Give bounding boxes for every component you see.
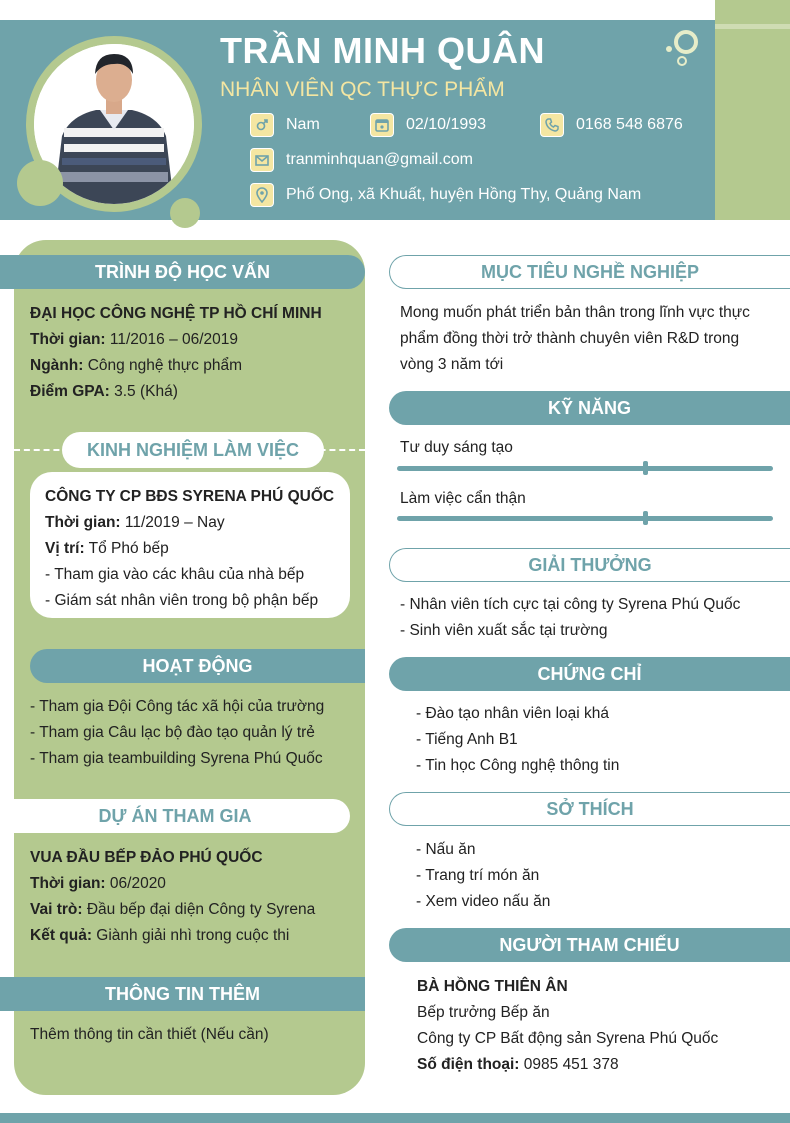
edu-time-value: 11/2016 – 06/2019 bbox=[105, 331, 239, 348]
decor-ring-icon bbox=[674, 30, 698, 54]
list-item: - Sinh viên xuất sắc tại trường bbox=[400, 622, 608, 639]
edu-major-label: Ngành: bbox=[30, 357, 84, 374]
skill-name: Làm việc cẩn thận bbox=[400, 490, 526, 507]
projects-section: VUA ĐẦU BẾP ĐẢO PHÚ QUỐC Thời gian: 06/2… bbox=[30, 845, 315, 949]
address-value: Phố Ong, xã Khuất, huyện Hồng Thy, Quảng… bbox=[286, 186, 642, 203]
skill-level-marker bbox=[643, 461, 649, 475]
objective-heading: MỤC TIÊU NGHỀ NGHIỆP bbox=[389, 255, 790, 289]
gender-value: Nam bbox=[286, 116, 320, 133]
reference-company: Công ty CP Bất động sản Syrena Phú Quốc bbox=[417, 1030, 719, 1047]
additional-text: Thêm thông tin cần thiết (Nếu cần) bbox=[30, 1026, 269, 1043]
experience-section: CÔNG TY CP BĐS SYRENA PHÚ QUỐC Thời gian… bbox=[45, 484, 334, 614]
gender-icon bbox=[250, 113, 274, 137]
edu-time-label: Thời gian: bbox=[30, 331, 106, 348]
address-info: Phố Ong, xã Khuất, huyện Hồng Thy, Quảng… bbox=[250, 182, 641, 208]
calendar-icon bbox=[370, 113, 394, 137]
hobbies-section: - Nấu ăn - Trang trí món ăn - Xem video … bbox=[416, 837, 550, 915]
edu-gpa-label: Điểm GPA: bbox=[30, 383, 110, 400]
skill-bar-track bbox=[397, 466, 773, 471]
reference-section: BÀ HỒNG THIÊN ÂN Bếp trưởng Bếp ăn Công … bbox=[417, 974, 718, 1078]
job-title: NHÂN VIÊN QC THỰC PHẨM bbox=[220, 78, 505, 101]
exp-position-value: Tổ Phó bếp bbox=[84, 540, 169, 557]
list-item: - Tham gia Đội Công tác xã hội của trườn… bbox=[30, 698, 325, 715]
proj-result-label: Kết quả: bbox=[30, 927, 92, 944]
skills-heading: KỸ NĂNG bbox=[389, 391, 790, 425]
header-strip-line bbox=[715, 24, 790, 29]
decor-ring-small-icon bbox=[677, 56, 687, 66]
objective-line: phẩm đồng thời trở thành chuyên viên R&D… bbox=[400, 330, 740, 347]
list-item: - Tham gia Câu lạc bộ đào tạo quản lý tr… bbox=[30, 724, 315, 741]
reference-phone-value[interactable]: 0985 451 378 bbox=[519, 1056, 619, 1073]
objective-line: Mong muốn phát triển bản thân trong lĩnh… bbox=[400, 304, 750, 321]
decor-dot-icon bbox=[666, 46, 672, 52]
list-item: - Xem video nấu ăn bbox=[416, 893, 551, 910]
list-item: - Tham gia vào các khâu của nhà bếp bbox=[45, 566, 305, 583]
activities-heading: HOẠT ĐỘNG bbox=[30, 649, 365, 683]
school-name: ĐẠI HỌC CÔNG NGHỆ TP HỒ CHÍ MINH bbox=[30, 305, 322, 322]
list-item: - Đào tạo nhân viên loại khá bbox=[416, 705, 610, 722]
phone-icon bbox=[540, 113, 564, 137]
list-item: - Tham gia teambuilding Syrena Phú Quốc bbox=[30, 750, 323, 767]
birthday-info: 02/10/1993 bbox=[370, 112, 486, 138]
additional-heading: THÔNG TIN THÊM bbox=[0, 977, 365, 1011]
decor-circle-large bbox=[17, 160, 63, 206]
list-item: - Nấu ăn bbox=[416, 841, 476, 858]
exp-time-label: Thời gian: bbox=[45, 514, 121, 531]
skill-bar-track bbox=[397, 516, 773, 521]
email-info: tranminhquan@gmail.com bbox=[250, 147, 473, 173]
email-value[interactable]: tranminhquan@gmail.com bbox=[286, 151, 473, 169]
list-item: - Trang trí món ăn bbox=[416, 867, 540, 884]
proj-result-value: Giành giải nhì trong cuộc thi bbox=[92, 927, 290, 944]
email-icon bbox=[250, 148, 274, 172]
edu-major-value: Công nghệ thực phẩm bbox=[83, 357, 242, 374]
birthday-value: 02/10/1993 bbox=[406, 116, 487, 133]
list-item: - Giám sát nhân viên trong bộ phận bếp bbox=[45, 592, 319, 609]
activities-section: - Tham gia Đội Công tác xã hội của trườn… bbox=[30, 694, 324, 772]
projects-heading: DỰ ÁN THAM GIA bbox=[0, 799, 350, 833]
experience-heading: KINH NGHIỆM LÀM VIỆC bbox=[62, 432, 324, 468]
phone-info: 0168 548 6876 bbox=[540, 112, 683, 138]
proj-role-label: Vai trò: bbox=[30, 901, 83, 918]
reference-heading: NGƯỜI THAM CHIẾU bbox=[389, 928, 790, 962]
awards-section: - Nhân viên tích cực tại công ty Syrena … bbox=[400, 592, 740, 644]
gender-info: Nam bbox=[250, 112, 320, 138]
reference-name: BÀ HỒNG THIÊN ÂN bbox=[417, 978, 568, 995]
proj-time-value: 06/2020 bbox=[105, 875, 166, 892]
decor-circle-small bbox=[170, 198, 200, 228]
project-name: VUA ĐẦU BẾP ĐẢO PHÚ QUỐC bbox=[30, 849, 263, 866]
reference-phone-label: Số điện thoại: bbox=[417, 1056, 520, 1073]
skill-name: Tư duy sáng tạo bbox=[400, 439, 513, 456]
edu-gpa-value: 3.5 (Khá) bbox=[109, 383, 178, 400]
footer-bar bbox=[0, 1113, 790, 1123]
proj-time-label: Thời gian: bbox=[30, 875, 106, 892]
hobbies-heading: SỞ THÍCH bbox=[389, 792, 790, 826]
objective-section: Mong muốn phát triển bản thân trong lĩnh… bbox=[400, 300, 750, 378]
list-item: - Tin học Công nghệ thông tin bbox=[416, 757, 620, 774]
company-name: CÔNG TY CP BĐS SYRENA PHÚ QUỐC bbox=[45, 488, 335, 505]
reference-title: Bếp trưởng Bếp ăn bbox=[417, 1004, 550, 1021]
candidate-name: TRẦN MINH QUÂN bbox=[220, 30, 545, 71]
header-side-strip bbox=[715, 0, 790, 220]
exp-position-label: Vị trí: bbox=[45, 540, 85, 557]
education-section: ĐẠI HỌC CÔNG NGHỆ TP HỒ CHÍ MINH Thời gi… bbox=[30, 301, 322, 405]
phone-value[interactable]: 0168 548 6876 bbox=[576, 116, 683, 134]
education-heading: TRÌNH ĐỘ HỌC VẤN bbox=[0, 255, 365, 289]
awards-heading: GIẢI THƯỞNG bbox=[389, 548, 790, 582]
list-item: - Nhân viên tích cực tại công ty Syrena … bbox=[400, 596, 741, 613]
location-pin-icon bbox=[250, 183, 274, 207]
proj-role-value: Đầu bếp đại diện Công ty Syrena bbox=[82, 901, 316, 918]
certificates-heading: CHỨNG CHỈ bbox=[389, 657, 790, 691]
exp-time-value: 11/2019 – Nay bbox=[120, 514, 225, 531]
objective-line: vòng 3 năm tới bbox=[400, 356, 504, 373]
list-item: - Tiếng Anh B1 bbox=[416, 731, 518, 748]
certificates-section: - Đào tạo nhân viên loại khá - Tiếng Anh… bbox=[416, 701, 619, 779]
skill-level-marker bbox=[643, 511, 649, 525]
